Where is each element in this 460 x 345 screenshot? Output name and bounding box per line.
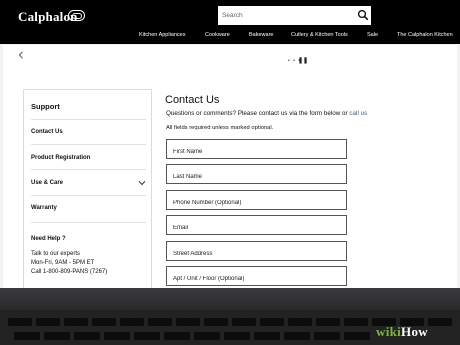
apt-unit-input[interactable] [167, 270, 346, 288]
keyboard-key [104, 332, 130, 340]
keyboard-key [120, 318, 144, 326]
keyboard-key [74, 332, 100, 340]
keyboard-key [164, 332, 190, 340]
page-title: Contact Us [165, 94, 220, 106]
street-address-input[interactable] [167, 245, 346, 263]
help-line-phone: Call 1-800-809-PANS (7267) [31, 269, 108, 275]
keyboard-key [232, 318, 256, 326]
search-box [218, 6, 371, 25]
sidebar-item-contact-us[interactable]: Contact Us [31, 129, 63, 135]
keyboard-key [194, 332, 220, 340]
keyboard-key [64, 318, 88, 326]
wikihow-watermark: wikiHow [376, 324, 428, 340]
keyboard-key [316, 318, 340, 326]
sidebar-item-use-care[interactable]: Use & Care [31, 180, 63, 186]
last-name-input[interactable] [167, 168, 346, 186]
need-help-heading: Need Help ? [31, 236, 66, 242]
sidebar-divider [31, 119, 146, 120]
search-icon[interactable] [357, 9, 369, 21]
keyboard-key [288, 318, 312, 326]
laptop-bezel [0, 288, 460, 310]
keyboard-key [284, 332, 310, 340]
help-line-experts: Talk to our experts [31, 251, 81, 257]
watermark-part1: wiki [376, 324, 402, 339]
email-field [166, 215, 347, 237]
search-input[interactable] [218, 6, 348, 25]
apt-unit-field [166, 266, 347, 288]
keyboard-key [204, 318, 228, 326]
nav-item-bakeware[interactable]: Bakeware [249, 32, 273, 38]
sidebar-title: Support [31, 102, 60, 111]
phone-field [166, 190, 347, 212]
sidebar-item-warranty[interactable]: Warranty [31, 205, 57, 211]
keyboard-key [344, 332, 370, 340]
nav-item-cutlery-kitchen-tools[interactable]: Cutlery & Kitchen Tools [291, 32, 348, 38]
keyboard-key [224, 332, 250, 340]
sidebar-divider [31, 195, 146, 196]
calphalon-logo-icon[interactable] [68, 10, 85, 21]
keyboard-key [44, 332, 70, 340]
keyboard-key [14, 332, 40, 340]
last-name-field [166, 164, 347, 186]
keyboard-key [260, 318, 284, 326]
sidebar-item-product-registration[interactable]: Product Registration [31, 155, 90, 161]
nav-item-sale[interactable]: Sale [367, 32, 378, 38]
sidebar-divider [31, 144, 146, 145]
help-line-hours: Mon-Fri, 9AM - 5PM ET [31, 260, 95, 266]
chevron-down-icon[interactable] [138, 180, 146, 186]
nav-item-calphalon-kitchen[interactable]: The Calphalon Kitchen [397, 32, 453, 38]
call-us-link[interactable]: call us [349, 110, 367, 117]
first-name-field [166, 139, 347, 161]
keyboard-key [428, 318, 452, 326]
email-input[interactable] [167, 219, 346, 237]
contact-intro-text: Questions or comments? Please contact us… [166, 110, 348, 117]
contact-intro: Questions or comments? Please contact us… [166, 110, 367, 117]
keyboard-key [344, 318, 368, 326]
required-note: All fields required unless marked option… [166, 125, 274, 131]
keyboard-key [314, 332, 340, 340]
keyboard-key [254, 332, 280, 340]
back-chevron-icon[interactable] [18, 51, 24, 59]
nav-item-cookware[interactable]: Cookware [205, 32, 230, 38]
keyboard-key [36, 318, 60, 326]
keyboard-key [176, 318, 200, 326]
phone-input[interactable] [167, 194, 346, 212]
keyboard-key [148, 318, 172, 326]
keyboard-key [92, 318, 116, 326]
watermark-part2: How [401, 324, 428, 339]
sidebar-divider [31, 222, 146, 223]
keyboard-key [8, 318, 32, 326]
keyboard-key [134, 332, 160, 340]
pause-icon: ❚❚ [298, 58, 309, 64]
browser-screen: Calphalon Kitchen Appliances Cookware Ba… [0, 0, 460, 288]
street-address-field [166, 241, 347, 263]
nav-item-kitchen-appliances[interactable]: Kitchen Appliances [139, 32, 185, 38]
first-name-input[interactable] [167, 143, 346, 161]
sidebar-divider [31, 169, 146, 170]
